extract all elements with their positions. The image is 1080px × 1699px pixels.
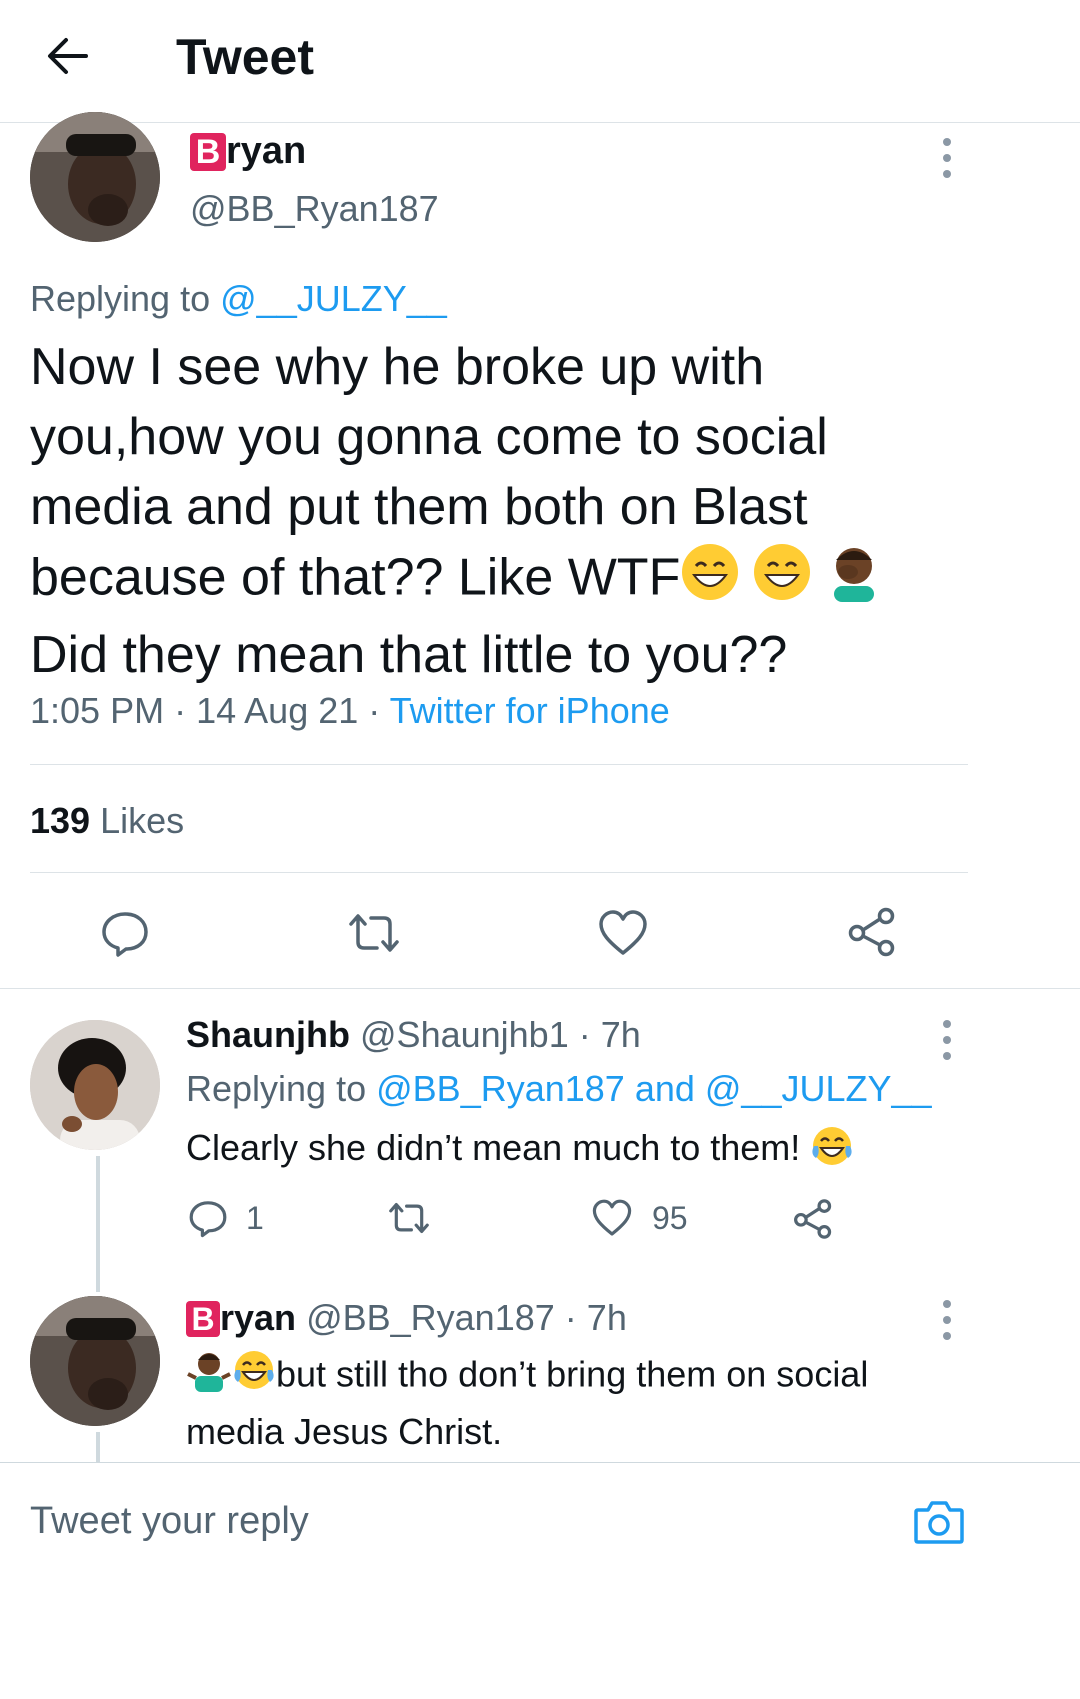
tweet-source-link[interactable]: Twitter for iPhone [390,690,670,731]
reply-header: Shaunjhb @Shaunjhb1 · 7h [186,1014,641,1055]
retweet-icon[interactable] [386,1198,432,1238]
reply-header: Bryan @BB_Ryan187 · 7h [186,1296,627,1340]
divider [30,872,968,873]
thread-line [96,1156,100,1292]
grinning-emoji-icon [752,542,812,620]
tears-of-joy-emoji-icon [810,1124,854,1177]
reply-input[interactable]: Tweet your reply [30,1500,890,1543]
author-handle[interactable]: @BB_Ryan187 [306,1297,555,1338]
author-name[interactable]: Shaunjhb [186,1014,350,1055]
author-handle[interactable]: @Shaunjhb1 [360,1014,569,1055]
author-name[interactable]: Bryan [186,1297,296,1338]
like-icon[interactable] [598,908,648,958]
author-handle[interactable]: @BB_Ryan187 [190,188,439,230]
reply-time: 7h [600,1014,641,1055]
share-icon[interactable] [846,906,898,958]
tweet-text: Now I see why he broke up with you,how y… [30,332,1030,690]
name-badge: B [186,1301,220,1337]
more-vertical-icon[interactable] [943,138,953,186]
camera-icon[interactable] [912,1496,966,1548]
replying-to-link[interactable]: @BB_Ryan187 and @__JULZY__ [376,1068,931,1109]
replying-to: Replying to @__JULZY__ [30,278,447,319]
likes-stat[interactable]: 139 Likes [30,800,184,842]
reply-time: 7h [586,1297,627,1338]
author-name[interactable]: Bryan [190,130,306,172]
divider [30,764,968,765]
like-count: 95 [652,1200,688,1236]
avatar[interactable] [30,1296,160,1426]
reply-count: 1 [246,1200,264,1236]
share-icon[interactable] [792,1198,834,1240]
shrug-emoji-icon [186,1348,232,1406]
header-divider [0,122,1080,123]
name-badge: B [190,133,226,171]
back-arrow-icon[interactable] [46,34,90,78]
reply-text: Clearly she didn’t mean much to them! [186,1124,854,1177]
reply-icon[interactable] [188,1198,228,1238]
tweet-meta: 1:05 PM · 14 Aug 21 · Twitter for iPhone [30,690,670,731]
retweet-icon[interactable] [345,908,403,958]
divider [0,988,1080,989]
more-vertical-icon[interactable] [943,1020,953,1068]
replying-to: Replying to @BB_Ryan187 and @__JULZY__ [186,1068,932,1109]
tears-of-joy-emoji-icon [232,1348,276,1406]
more-vertical-icon[interactable] [943,1300,953,1348]
reply-text: but still tho don’t bring them on social… [186,1348,868,1458]
avatar[interactable] [30,112,160,242]
like-icon[interactable] [592,1198,632,1238]
page-title: Tweet [176,29,314,85]
replying-to-link[interactable]: @__JULZY__ [220,278,447,319]
composer-divider [0,1462,1080,1463]
thread-line [96,1432,100,1462]
grinning-emoji-icon [680,542,740,620]
facepalm-emoji-icon [824,542,884,620]
reply-icon[interactable] [100,908,150,958]
avatar[interactable] [30,1020,160,1150]
